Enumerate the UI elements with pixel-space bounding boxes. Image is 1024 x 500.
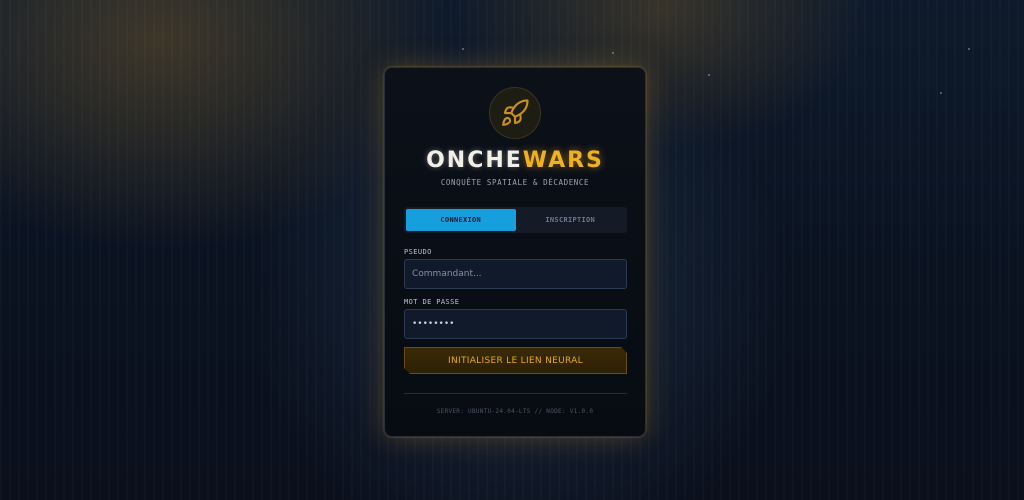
tab-connexion[interactable]: CONNEXION <box>406 209 516 231</box>
star <box>708 74 710 76</box>
star <box>612 52 614 54</box>
login-card: ONCHEWARS CONQUÊTE SPATIALE & DÉCADENCE … <box>384 67 646 437</box>
submit-button[interactable]: INITIALISER LE LIEN NEURAL <box>404 347 627 374</box>
app-title-part2: WARS <box>522 148 604 173</box>
password-input[interactable] <box>404 309 627 339</box>
server-info: SERVER: UBUNTU-24.04-LTS // NODE: V1.0.0 <box>436 408 594 415</box>
app-subtitle: CONQUÊTE SPATIALE & DÉCADENCE <box>440 178 590 187</box>
logo-badge <box>489 87 541 139</box>
rocket-icon <box>502 99 529 126</box>
pseudo-input[interactable] <box>404 259 627 289</box>
app-title-part1: ONCHE <box>426 148 523 173</box>
tab-inscription[interactable]: INSCRIPTION <box>516 209 626 231</box>
divider <box>404 393 627 394</box>
auth-tabs: CONNEXION INSCRIPTION <box>404 207 627 233</box>
star <box>968 48 970 50</box>
app-title: ONCHEWARS <box>385 148 645 173</box>
star <box>940 92 942 94</box>
password-label: MOT DE PASSE <box>404 298 460 306</box>
pseudo-label: PSEUDO <box>404 248 432 256</box>
star <box>462 48 464 50</box>
